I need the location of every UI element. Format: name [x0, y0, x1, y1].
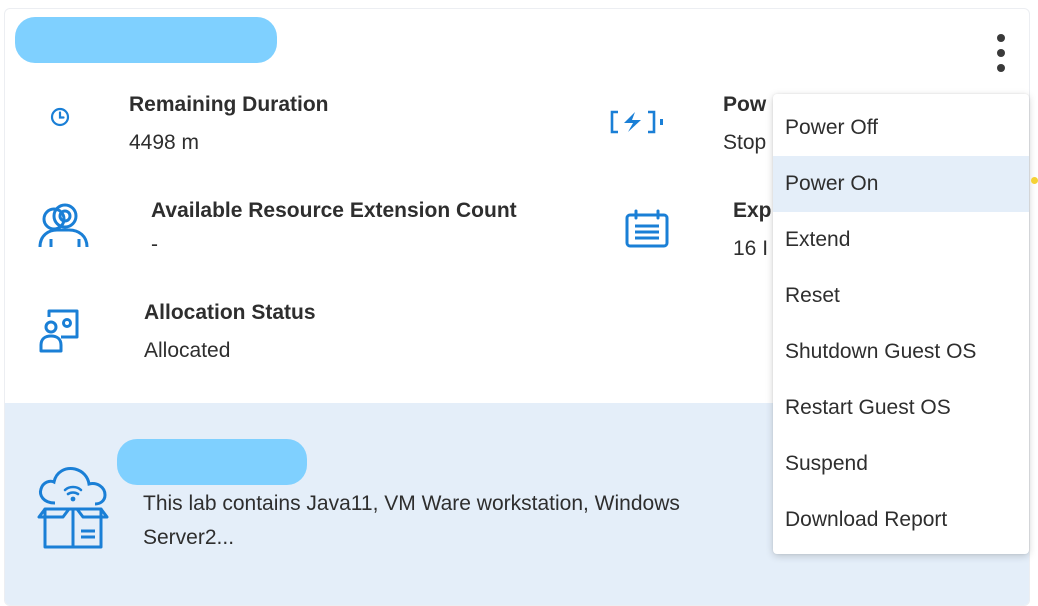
- menu-item-extend[interactable]: Extend: [773, 212, 1029, 268]
- clock-icon: [50, 107, 70, 127]
- menu-item-shutdown-guest-os[interactable]: Shutdown Guest OS: [773, 324, 1029, 380]
- menu-item-power-on[interactable]: Power On: [773, 156, 1029, 212]
- menu-item-download-report[interactable]: Download Report: [773, 492, 1029, 548]
- dot-icon: [997, 48, 1005, 57]
- actions-menu: Power Off Power On Extend Reset Shutdown…: [773, 94, 1029, 554]
- dot-icon: [997, 34, 1005, 43]
- remaining-duration-label: Remaining Duration: [129, 93, 329, 116]
- calendar-icon: [625, 209, 669, 248]
- allocation-status-label: Allocation Status: [144, 301, 316, 324]
- expiry-label: Exp: [733, 199, 772, 222]
- power-status-value: Stop: [723, 131, 767, 154]
- cloud-box-icon: [37, 467, 109, 549]
- expiry-value: 16 I: [733, 237, 769, 260]
- redacted-lab-name: [117, 439, 307, 485]
- power-status-label: Pow: [723, 93, 767, 116]
- available-extension-label: Available Resource Extension Count: [151, 199, 517, 222]
- more-options-button[interactable]: [989, 31, 1013, 75]
- allocation-status-value: Allocated: [144, 339, 231, 362]
- users-icon: [38, 203, 89, 248]
- menu-item-power-off[interactable]: Power Off: [773, 100, 1029, 156]
- lab-description: This lab contains Java11, VM Ware workst…: [143, 492, 680, 549]
- redacted-title: [15, 17, 277, 63]
- remaining-duration-value: 4498 m: [129, 131, 200, 154]
- menu-item-reset[interactable]: Reset: [773, 268, 1029, 324]
- available-extension-value: -: [151, 233, 158, 256]
- allocation-icon: [39, 309, 79, 353]
- dot-icon: [997, 63, 1005, 72]
- cursor-indicator: [1031, 177, 1038, 184]
- power-status-icon: [610, 110, 663, 134]
- menu-item-suspend[interactable]: Suspend: [773, 436, 1029, 492]
- menu-item-restart-guest-os[interactable]: Restart Guest OS: [773, 380, 1029, 436]
